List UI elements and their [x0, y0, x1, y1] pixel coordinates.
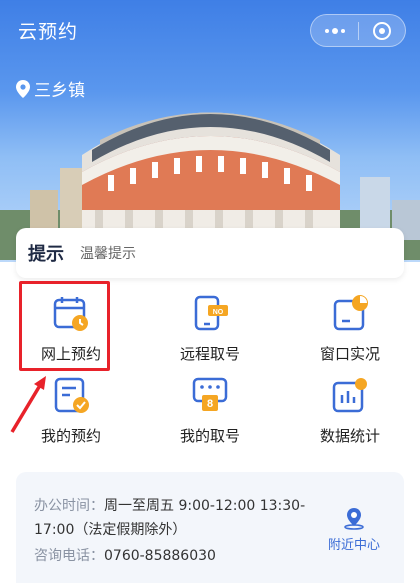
window-status-icon	[333, 295, 368, 331]
notice-text: 温馨提示	[80, 246, 136, 262]
menu-label: 网上预约	[40, 345, 101, 363]
phone-value[interactable]: 0760-85886030	[104, 548, 216, 564]
menu-label: 远程取号	[179, 345, 240, 363]
nearby-center-label: 附近中心	[327, 538, 380, 553]
location-name: 三乡镇	[34, 81, 85, 101]
menu-remote-ticket[interactable]: NO 远程取号	[145, 285, 275, 365]
menu-my-tickets[interactable]: 8 我的取号	[145, 367, 275, 447]
phone-ticket-icon: NO	[194, 295, 228, 331]
nearby-center-button[interactable]: 附近中心	[324, 506, 384, 553]
svg-text:NO: NO	[213, 309, 224, 316]
office-hours-value: 周一至周五 9:00-12:00 13:30-	[104, 498, 306, 514]
location-pin-icon	[16, 79, 30, 98]
notice-bar[interactable]: 提示 温馨提示	[16, 228, 404, 278]
mini-program-capsule	[310, 14, 406, 47]
info-panel: 办公时间：周一至周五 9:00-12:00 13:30- 17:00（法定假期除…	[16, 472, 404, 583]
menu-label: 窗口实况	[319, 345, 380, 363]
chart-icon	[332, 378, 367, 413]
menu-label: 我的取号	[179, 427, 240, 445]
my-ticket-icon: 8	[192, 377, 228, 411]
map-pin-person-icon	[344, 508, 364, 530]
more-menu-icon[interactable]	[311, 15, 358, 46]
menu-statistics[interactable]: 数据统计	[285, 367, 415, 447]
pointer-arrow-icon	[10, 376, 46, 433]
location-selector[interactable]: 三乡镇	[16, 76, 85, 101]
phone-key: 咨询电话：	[34, 548, 104, 564]
header-banner: 云预约 三乡镇	[0, 0, 420, 262]
menu-label: 数据统计	[319, 427, 380, 445]
svg-text:8: 8	[207, 398, 213, 410]
menu-online-appointment[interactable]: 网上预约	[6, 285, 136, 365]
menu-window-status[interactable]: 窗口实况	[285, 285, 415, 365]
office-hours-line-2: 17:00（法定假期除外）	[34, 522, 187, 538]
calendar-clock-icon	[53, 297, 88, 331]
close-icon[interactable]	[359, 15, 405, 46]
office-hours-line-1: 办公时间：周一至周五 9:00-12:00 13:30-	[34, 495, 305, 515]
phone-line: 咨询电话：0760-85886030	[34, 545, 216, 565]
office-hours-key: 办公时间：	[34, 498, 104, 514]
app-title: 云预约	[18, 21, 79, 43]
notice-tag: 提示	[28, 244, 64, 265]
